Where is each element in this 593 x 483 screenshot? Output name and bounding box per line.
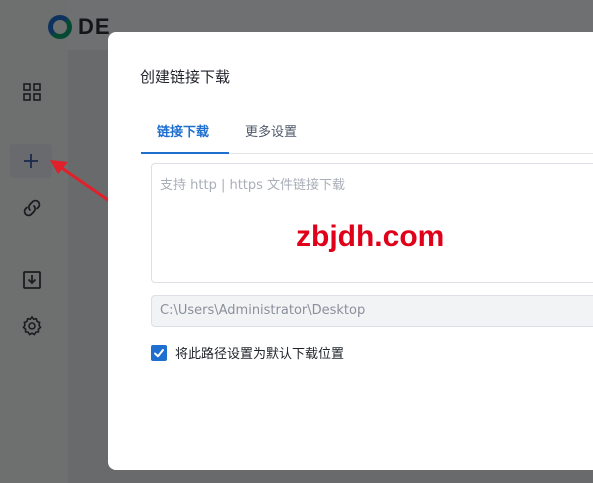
tab-link-download-label: 链接下载 — [157, 125, 210, 140]
tab-more-settings-label: 更多设置 — [245, 125, 298, 140]
watermark-text: zbjdh.com — [296, 220, 445, 253]
save-path-value: C:\Users\Administrator\Desktop — [160, 303, 366, 318]
check-icon — [154, 348, 164, 357]
annotation-arrow — [50, 160, 110, 202]
default-path-checkbox-label: 将此路径设置为默认下载位置 — [175, 347, 345, 362]
tab-link-download[interactable]: 链接下载 — [141, 119, 229, 154]
dialog-tabs: 链接下载 更多设置 — [141, 119, 593, 154]
default-path-option[interactable]: 将此路径设置为默认下载位置 — [151, 343, 344, 362]
url-input[interactable]: 支持 http | https 文件链接下载 zbjdh.com — [151, 163, 593, 283]
save-path-field[interactable]: C:\Users\Administrator\Desktop — [151, 295, 593, 327]
url-input-placeholder: 支持 http | https 文件链接下载 — [160, 178, 346, 193]
dialog-title: 创建链接下载 — [140, 68, 231, 86]
active-tab-indicator — [141, 152, 229, 154]
tab-more-settings[interactable]: 更多设置 — [245, 119, 325, 153]
default-path-checkbox[interactable] — [151, 344, 167, 361]
create-link-download-dialog: 创建链接下载 链接下载 更多设置 支持 http | https 文件链接下载 … — [108, 32, 593, 470]
